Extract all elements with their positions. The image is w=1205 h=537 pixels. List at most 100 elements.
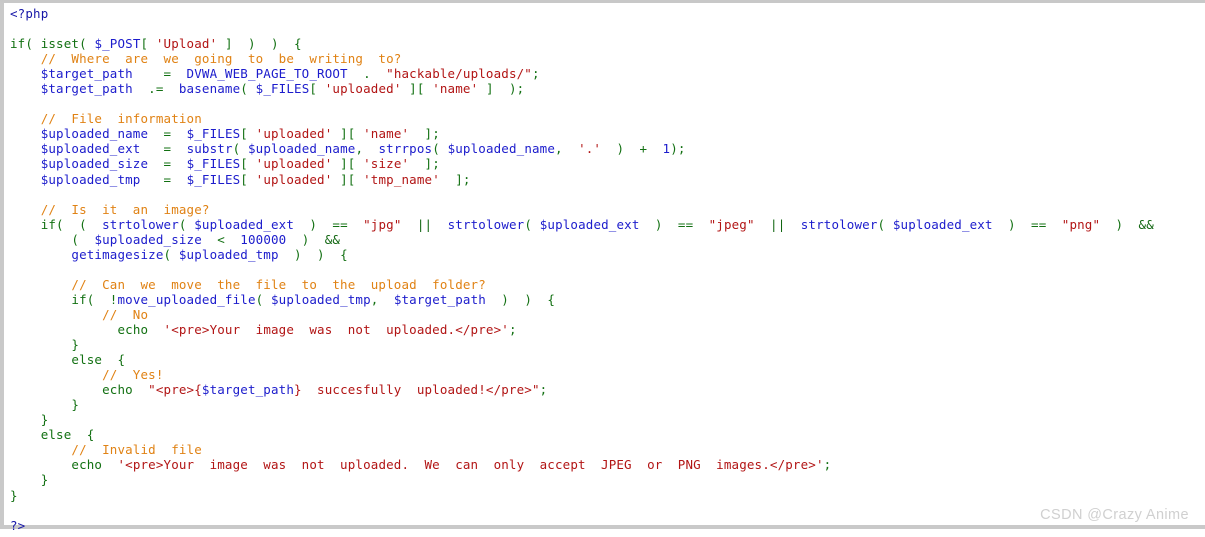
code-token-kw: ]; [409, 156, 440, 172]
code-token-str: "jpg" [363, 216, 402, 232]
code-token-semi: ; [823, 457, 832, 473]
code-token-kw: [ [240, 156, 256, 172]
code-token-kw: = [132, 66, 187, 82]
code-token-str: '<pre>Your image was not uploaded.</pre>… [163, 321, 509, 337]
code-line: } [10, 337, 1154, 352]
code-token-kw: ( [877, 216, 893, 232]
code-token-var: $uploaded_name [247, 141, 356, 157]
code-token-cmt: // Invalid file [71, 442, 202, 458]
code-token-kw: } [71, 397, 80, 413]
code-token-var: DVWA_WEB_PAGE_TO_ROOT [186, 66, 348, 82]
code-token-kw: ( [240, 81, 256, 97]
code-token-logic: && [1138, 216, 1154, 232]
code-token-var: substr [186, 141, 233, 157]
code-token-var: $uploaded_size [40, 156, 149, 172]
code-line: echo '<pre>Your image was not uploaded.<… [10, 322, 1154, 337]
code-token-var: $uploaded_tmp [178, 246, 279, 262]
code-token-str: } succesfully uploaded!</pre>" [294, 382, 540, 398]
code-token-str: 'name' [363, 126, 410, 142]
code-token-kw: ) [286, 231, 325, 247]
code-token-kw: ( [232, 141, 248, 157]
code-token-cmt: // File information [40, 111, 202, 127]
code-line: if( !move_uploaded_file( $uploaded_tmp, … [10, 292, 1154, 307]
code-token-var: strtolower [102, 216, 179, 232]
code-token-cmt: // Where are we going to be writing to? [40, 51, 402, 67]
code-token-cmt: // No [102, 306, 149, 322]
code-line: $target_path .= basename( $_FILES[ 'uplo… [10, 81, 1154, 96]
code-token-str: 'size' [363, 156, 410, 172]
code-token-semi: ; [539, 382, 548, 398]
code-token-str: '.' [578, 141, 602, 157]
code-token-var: $_FILES [186, 126, 241, 142]
code-line: // Invalid file [10, 442, 1154, 457]
code-token-kw: echo [117, 321, 164, 337]
code-token-kw: ] ); [478, 81, 525, 97]
code-token-kw: if( ( [40, 216, 103, 232]
code-line: ( $uploaded_size < 100000 ) && [10, 232, 1154, 247]
code-token-cmt: // Is it an image? [40, 201, 210, 217]
code-token-var: $uploaded_tmp [271, 291, 371, 307]
code-token-var: $uploaded_name [40, 126, 149, 142]
code-token-cmt: // Can we move the file to the upload fo… [71, 276, 486, 292]
code-line: // Is it an image? [10, 202, 1154, 217]
code-token-kw: [ [309, 81, 325, 97]
code-token-kw: ][ [332, 156, 364, 172]
code-token-kw: ) ) { [278, 246, 348, 262]
code-token-str: 'name' [432, 81, 479, 97]
code-token-kw: , [555, 141, 579, 157]
code-token-var: $uploaded_tmp [40, 171, 141, 187]
code-token-kw: ( [432, 141, 448, 157]
php-source-listing[interactable]: <?php if( isset( $_POST[ 'Upload' ] ) ) … [4, 3, 1154, 533]
code-token-logic: || [770, 216, 786, 232]
code-token-kw: ) [1100, 216, 1139, 232]
code-token-logic: && [324, 231, 341, 247]
code-token-var: $_FILES [186, 156, 241, 172]
csdn-watermark: CSDN @Crazy Anime [1040, 507, 1189, 523]
code-token-str: 'uploaded' [255, 156, 333, 172]
code-line: else { [10, 427, 1154, 442]
code-token-kw: ][ [332, 171, 364, 187]
code-token-logic: || [416, 216, 433, 232]
code-token-kw: [ [240, 126, 256, 142]
code-line: $uploaded_ext = substr( $uploaded_name, … [10, 141, 1154, 156]
code-token-var: $_FILES [255, 81, 310, 97]
code-token-kw: , [370, 291, 394, 307]
code-token-var: $target_path [393, 291, 486, 307]
code-token-str: "<pre>{ [148, 382, 202, 398]
code-line: // File information [10, 111, 1154, 126]
code-token-var: getimagesize [71, 246, 164, 262]
code-token-kw: ) == [992, 216, 1062, 232]
code-token-var: move_uploaded_file [117, 291, 256, 307]
code-token-kw: ( [255, 291, 271, 307]
code-token-tag: ?> [10, 517, 26, 533]
code-token-kw: if( [10, 36, 41, 52]
code-line: } [10, 488, 1154, 503]
code-line: if( ( strtolower( $uploaded_ext ) == "jp… [10, 217, 1154, 232]
code-token-kw [785, 217, 800, 232]
code-token-kw: } [40, 472, 49, 488]
code-token-kw: ]; [409, 126, 440, 142]
code-token-var: $_POST [94, 36, 141, 52]
code-token-kw [755, 217, 770, 232]
code-token-str: 'uploaded' [255, 171, 333, 187]
code-line: if( isset( $_POST[ 'Upload' ] ) ) { [10, 36, 1154, 51]
code-line: <?php [10, 6, 1154, 21]
code-token-kw: } [71, 337, 80, 353]
code-token-str: 'Upload' [155, 36, 218, 52]
